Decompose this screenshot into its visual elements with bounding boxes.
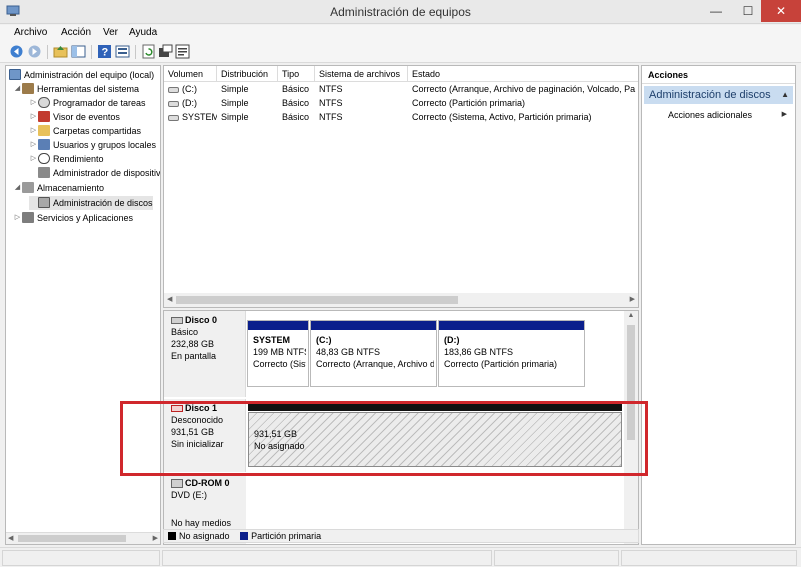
properties-icon[interactable]	[175, 44, 190, 59]
show-hide-tree-icon[interactable]	[71, 44, 86, 59]
toolbar: ?	[0, 41, 801, 63]
users-icon	[38, 139, 50, 150]
actions-pane: Acciones Administración de discos ▲ Acci…	[641, 65, 796, 545]
partition-c[interactable]: (C:) 48,83 GB NTFS Correcto (Arranque, A…	[310, 320, 437, 387]
scroll-right-icon[interactable]: ▶	[153, 533, 158, 544]
legend-swatch-unallocated	[168, 532, 176, 541]
svg-text:?: ?	[102, 47, 109, 59]
tree-item-disk-management[interactable]: Administración de discos	[29, 196, 153, 210]
disk-map-vertical-scrollbar[interactable]: ▲ ▼	[624, 311, 638, 544]
navigation-tree: Administración del equipo (local) ◢ Herra…	[5, 65, 161, 545]
tree-item-computer-management[interactable]: Administración del equipo (local)	[9, 68, 154, 82]
table-row[interactable]: SYSTEM Simple Básico NTFS Correcto (Sist…	[164, 110, 638, 124]
up-folder-icon[interactable]	[53, 44, 68, 59]
column-header-estado[interactable]: Estado	[408, 66, 638, 82]
menu-accion[interactable]: Acción	[61, 27, 91, 38]
refresh-icon[interactable]	[141, 44, 156, 59]
more-actions-item[interactable]: Acciones adicionales ▶	[668, 108, 793, 122]
drive-icon	[168, 86, 179, 93]
storage-icon	[22, 182, 34, 193]
scroll-right-icon[interactable]: ▶	[630, 293, 635, 307]
expander-icon[interactable]: ◢	[13, 181, 22, 195]
disk-management-icon	[38, 197, 50, 208]
details-view-icon[interactable]	[115, 44, 130, 59]
tree-item-task-scheduler[interactable]: ▷ Programador de tareas	[29, 96, 146, 110]
back-arrow-icon[interactable]	[9, 44, 24, 59]
column-header-distribucion[interactable]: Distribución	[217, 66, 278, 82]
menu-bar: Archivo Acción Ver Ayuda	[0, 25, 801, 41]
status-bar	[0, 547, 801, 567]
expander-icon[interactable]: ▷	[29, 124, 38, 138]
volume-list-header: Volumen Distribución Tipo Sistema de arc…	[164, 66, 638, 82]
computer-icon	[9, 69, 21, 80]
scroll-thumb[interactable]	[627, 325, 635, 440]
maximize-button[interactable]: ☐	[732, 0, 764, 22]
unallocated-space[interactable]: 931,51 GB No asignado	[248, 404, 622, 467]
column-header-tipo[interactable]: Tipo	[278, 66, 315, 82]
collapse-arrow-icon[interactable]: ▲	[781, 86, 789, 104]
close-button[interactable]: ✕	[761, 0, 801, 22]
menu-ayuda[interactable]: Ayuda	[129, 27, 157, 38]
partition-d[interactable]: (D:) 183,86 GB NTFS Correcto (Partición …	[438, 320, 585, 387]
volume-list-horizontal-scrollbar[interactable]: ◀ ▶	[164, 293, 638, 307]
tree-item-system-tools[interactable]: ◢ Herramientas del sistema	[13, 82, 139, 96]
tools-icon	[22, 83, 34, 94]
drive-icon	[168, 100, 179, 107]
legend-swatch-primary	[240, 532, 249, 541]
tree-item-local-users[interactable]: ▷ Usuarios y grupos locales	[29, 138, 156, 152]
table-row[interactable]: (D:) Simple Básico NTFS Correcto (Partic…	[164, 96, 638, 110]
partition-system[interactable]: SYSTEM 199 MB NTFS Correcto (Sistema, Ac…	[247, 320, 309, 387]
menu-ver[interactable]: Ver	[103, 27, 118, 38]
title-bar: Administración de equipos — ☐ ✕	[0, 0, 801, 24]
scroll-left-icon[interactable]: ◀	[167, 293, 172, 307]
expander-icon[interactable]: ▷	[29, 110, 38, 124]
tree-horizontal-scrollbar[interactable]: ◀ ▶	[6, 532, 160, 544]
performance-icon	[38, 153, 50, 164]
tree-item-shared-folders[interactable]: ▷ Carpetas compartidas	[29, 124, 141, 138]
event-viewer-icon	[38, 111, 50, 122]
actions-section-disk-management[interactable]: Administración de discos ▲	[644, 86, 793, 104]
menu-archivo[interactable]: Archivo	[14, 27, 47, 38]
cdrom-icon	[171, 479, 183, 489]
column-header-sistema-archivos[interactable]: Sistema de archivos	[315, 66, 408, 82]
volume-list: Volumen Distribución Tipo Sistema de arc…	[163, 65, 639, 308]
minimize-button[interactable]: —	[700, 0, 732, 22]
hard-disk-icon	[171, 317, 183, 325]
disk-0-info[interactable]: Disco 0 Básico 232,88 GB En pantalla	[164, 311, 246, 397]
services-icon	[22, 212, 34, 223]
forward-arrow-icon[interactable]	[27, 44, 42, 59]
clock-icon	[38, 97, 50, 108]
tree-item-device-manager[interactable]: Administrador de dispositivos	[29, 166, 160, 180]
drive-icon	[168, 114, 179, 121]
help-icon[interactable]: ?	[97, 44, 112, 59]
scroll-up-icon[interactable]: ▲	[624, 312, 638, 319]
column-header-volumen[interactable]: Volumen	[164, 66, 217, 82]
table-row[interactable]: (C:) Simple Básico NTFS Correcto (Arranq…	[164, 82, 638, 96]
expander-icon[interactable]: ▷	[29, 96, 38, 110]
submenu-arrow-icon: ▶	[781, 111, 787, 118]
window-title: Administración de equipos	[330, 5, 471, 19]
tree-item-storage[interactable]: ◢ Almacenamiento	[13, 181, 104, 195]
shared-folder-icon	[38, 125, 50, 136]
scroll-thumb[interactable]	[176, 296, 458, 304]
legend: No asignado Partición primaria	[163, 529, 639, 543]
expander-icon[interactable]: ▷	[29, 138, 38, 152]
disk-map: Disco 0 Básico 232,88 GB En pantalla SYS…	[163, 310, 639, 545]
expander-icon[interactable]: ▷	[13, 211, 22, 225]
scroll-left-icon[interactable]: ◀	[8, 533, 13, 544]
expander-icon[interactable]: ◢	[13, 82, 22, 96]
uninitialized-disk-icon	[171, 405, 183, 413]
device-manager-icon	[38, 167, 50, 178]
disk-1-info[interactable]: Disco 1 Desconocido 931,51 GB Sin inicia…	[164, 399, 246, 472]
tree-item-event-viewer[interactable]: ▷ Visor de eventos	[29, 110, 120, 124]
tree-item-services-applications[interactable]: ▷ Servicios y Aplicaciones	[13, 211, 133, 225]
export-icon[interactable]	[158, 44, 173, 59]
tree-item-performance[interactable]: ▷ Rendimiento	[29, 152, 104, 166]
actions-header: Acciones	[642, 66, 795, 84]
scroll-thumb[interactable]	[18, 535, 126, 542]
expander-icon[interactable]: ▷	[29, 152, 38, 166]
